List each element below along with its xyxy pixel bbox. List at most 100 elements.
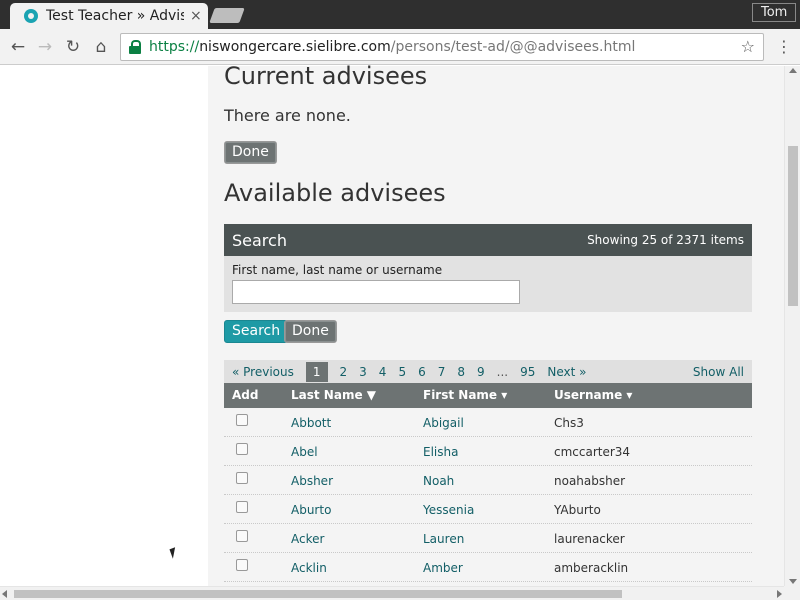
horizontal-scrollbar[interactable]	[0, 586, 784, 600]
reload-icon[interactable]: ↻	[63, 37, 83, 57]
site-favicon-icon	[24, 9, 38, 23]
url-path: /persons/test-ad/@@advisees.html	[390, 39, 636, 55]
first-name-link[interactable]: Yessenia	[423, 503, 474, 517]
search-input[interactable]	[232, 280, 520, 304]
vertical-scroll-thumb[interactable]	[788, 146, 798, 306]
add-checkbox[interactable]	[236, 443, 248, 455]
column-header-add: Add	[232, 388, 259, 402]
scroll-right-arrow-icon[interactable]	[777, 590, 782, 598]
username-cell: noahabsher	[554, 474, 626, 488]
scroll-left-arrow-icon[interactable]	[2, 590, 7, 598]
url-text: https://niswongercare.sielibre.com/perso…	[149, 39, 635, 55]
last-name-link[interactable]: Absher	[291, 474, 333, 488]
home-icon[interactable]: ⌂	[91, 37, 111, 57]
first-name-cell: Yessenia	[423, 503, 474, 517]
page-link[interactable]: 4	[379, 365, 387, 379]
secure-lock-icon	[129, 40, 141, 54]
scrollbar-corner	[784, 586, 800, 600]
add-checkbox[interactable]	[236, 501, 248, 513]
table-row: Abel Elisha cmccarter34	[224, 437, 752, 466]
last-name-link[interactable]: Acklin	[291, 561, 327, 575]
forward-arrow-icon[interactable]: →	[35, 37, 55, 57]
back-arrow-icon[interactable]: ←	[8, 37, 28, 57]
add-checkbox[interactable]	[236, 414, 248, 426]
last-name-link[interactable]: Abbott	[291, 416, 331, 430]
last-name-cell: Abbott	[291, 416, 331, 430]
page-link[interactable]: 8	[457, 365, 465, 379]
browser-menu-icon[interactable]: ⋮	[776, 37, 792, 57]
page-link[interactable]: 2	[340, 365, 348, 379]
search-panel: Search Showing 25 of 2371 items First na…	[224, 224, 752, 312]
page-link[interactable]: 3	[359, 365, 367, 379]
page-link[interactable]: 9	[477, 365, 485, 379]
browser-toolbar: ← → ↻ ⌂ https://niswongercare.sielibre.c…	[0, 29, 800, 65]
table-row: Aburto Yessenia YAburto	[224, 495, 752, 524]
username-cell: laurenacker	[554, 532, 625, 546]
last-name-cell: Acker	[291, 532, 324, 546]
pagination: « Previous 1 2 3 4 5 6 7 8 9 ... 95 Next…	[224, 360, 752, 383]
first-name-cell: Elisha	[423, 445, 458, 459]
next-page-link[interactable]: Next »	[547, 365, 586, 379]
table-row: Acker Lauren laurenacker	[224, 524, 752, 553]
address-bar[interactable]: https://niswongercare.sielibre.com/perso…	[120, 33, 764, 61]
username-cell: Chs3	[554, 416, 584, 430]
column-header-first-name[interactable]: First Name ▾	[423, 388, 507, 402]
search-done-button[interactable]: Done	[284, 320, 337, 343]
username-cell: amberacklin	[554, 561, 629, 575]
first-name-link[interactable]: Noah	[423, 474, 454, 488]
mouse-cursor-icon	[169, 547, 179, 559]
last-name-link[interactable]: Aburto	[291, 503, 331, 517]
last-name-link[interactable]: Abel	[291, 445, 318, 459]
horizontal-scroll-thumb[interactable]	[14, 590, 622, 598]
search-button[interactable]: Search	[224, 320, 289, 343]
username-cell: YAburto	[554, 503, 601, 517]
table-row: Absher Noah noahabsher	[224, 466, 752, 495]
bookmark-star-icon[interactable]: ☆	[741, 37, 755, 56]
page-link[interactable]: 5	[398, 365, 406, 379]
tab-close-icon[interactable]: ×	[190, 8, 202, 24]
last-name-cell: Absher	[291, 474, 333, 488]
first-name-link[interactable]: Amber	[423, 561, 463, 575]
table-row: Abbott Abigail Chs3	[224, 408, 752, 437]
current-page: 1	[305, 361, 328, 382]
page-link[interactable]: 7	[438, 365, 446, 379]
add-checkbox[interactable]	[236, 530, 248, 542]
results-count: Showing 25 of 2371 items	[587, 233, 744, 247]
current-done-button[interactable]: Done	[224, 141, 277, 164]
previous-page-link[interactable]: « Previous	[232, 365, 294, 379]
vertical-scrollbar[interactable]	[784, 66, 800, 586]
table-row: Acklin Amber amberacklin	[224, 553, 752, 582]
browser-titlebar: Test Teacher » Advisees × Tom	[0, 0, 800, 29]
table-header: Add Last Name ▼ First Name ▾ Username ▾	[224, 383, 752, 408]
first-name-cell: Lauren	[423, 532, 464, 546]
advisees-table: Add Last Name ▼ First Name ▾ Username ▾ …	[224, 383, 752, 582]
first-name-cell: Amber	[423, 561, 463, 575]
last-name-cell: Aburto	[291, 503, 331, 517]
show-all-link[interactable]: Show All	[693, 365, 744, 379]
last-name-cell: Acklin	[291, 561, 327, 575]
profile-button[interactable]: Tom	[752, 3, 797, 22]
scroll-down-arrow-icon[interactable]	[789, 579, 797, 584]
url-host: niswongercare.sielibre.com	[199, 39, 391, 55]
page-link[interactable]: 6	[418, 365, 426, 379]
column-header-username[interactable]: Username ▾	[554, 388, 632, 402]
last-name-cell: Abel	[291, 445, 318, 459]
available-advisees-heading: Available advisees	[224, 179, 446, 207]
browser-tab[interactable]: Test Teacher » Advisees ×	[10, 3, 208, 29]
username-cell: cmccarter34	[554, 445, 631, 459]
tab-title: Test Teacher » Advisees	[46, 8, 184, 24]
last-name-link[interactable]: Acker	[291, 532, 324, 546]
scroll-up-arrow-icon[interactable]	[789, 68, 797, 73]
search-panel-header: Search Showing 25 of 2371 items	[224, 224, 752, 256]
no-advisees-text: There are none.	[224, 106, 351, 125]
first-name-link[interactable]: Lauren	[423, 532, 464, 546]
last-page-link[interactable]: 95	[520, 365, 535, 379]
url-scheme: https://	[149, 39, 200, 55]
column-header-last-name[interactable]: Last Name ▼	[291, 388, 376, 402]
add-checkbox[interactable]	[236, 472, 248, 484]
search-title: Search	[232, 230, 287, 250]
add-checkbox[interactable]	[236, 559, 248, 571]
new-tab-button[interactable]	[209, 8, 245, 23]
first-name-link[interactable]: Elisha	[423, 445, 458, 459]
first-name-link[interactable]: Abigail	[423, 416, 464, 430]
